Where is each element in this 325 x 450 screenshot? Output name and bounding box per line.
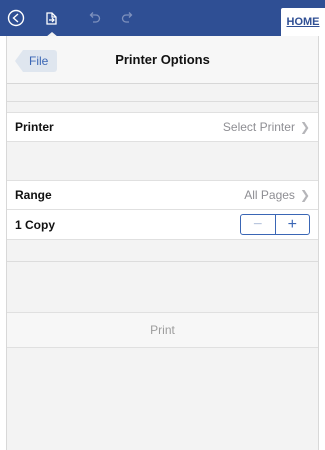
- copies-stepper[interactable]: − +: [240, 214, 310, 235]
- printer-value-text: Select Printer: [222, 120, 295, 134]
- copies-row: 1 Copy − +: [7, 210, 318, 240]
- chevron-right-icon: ❯: [299, 188, 310, 202]
- printer-value: Select Printer ❯: [223, 120, 310, 134]
- range-value-text: All Pages: [244, 188, 295, 202]
- back-circle-icon[interactable]: [4, 0, 28, 36]
- panel-nav-bar: File Printer Options: [7, 36, 318, 84]
- section-divider: [7, 101, 318, 102]
- print-button[interactable]: Print: [7, 312, 318, 348]
- increment-button[interactable]: +: [276, 215, 310, 234]
- range-label: Range: [15, 188, 52, 202]
- undo-icon[interactable]: [82, 0, 106, 36]
- printer-row[interactable]: Printer Select Printer ❯: [7, 112, 318, 142]
- printer-label: Printer: [15, 120, 54, 134]
- file-back-button[interactable]: File: [15, 50, 58, 72]
- redo-icon[interactable]: [116, 0, 140, 36]
- printer-options-panel: File Printer Options Printer Select Prin…: [6, 36, 319, 450]
- tab-home[interactable]: HOME: [281, 8, 325, 36]
- app-toolbar: HOME: [0, 0, 325, 36]
- copies-label: 1 Copy: [15, 217, 56, 232]
- section-divider: [7, 261, 318, 262]
- save-document-icon[interactable]: [40, 0, 64, 36]
- range-row[interactable]: Range All Pages ❯: [7, 180, 318, 210]
- chevron-right-icon: ❯: [299, 120, 310, 134]
- range-value: All Pages ❯: [244, 188, 310, 202]
- decrement-button[interactable]: −: [241, 215, 276, 234]
